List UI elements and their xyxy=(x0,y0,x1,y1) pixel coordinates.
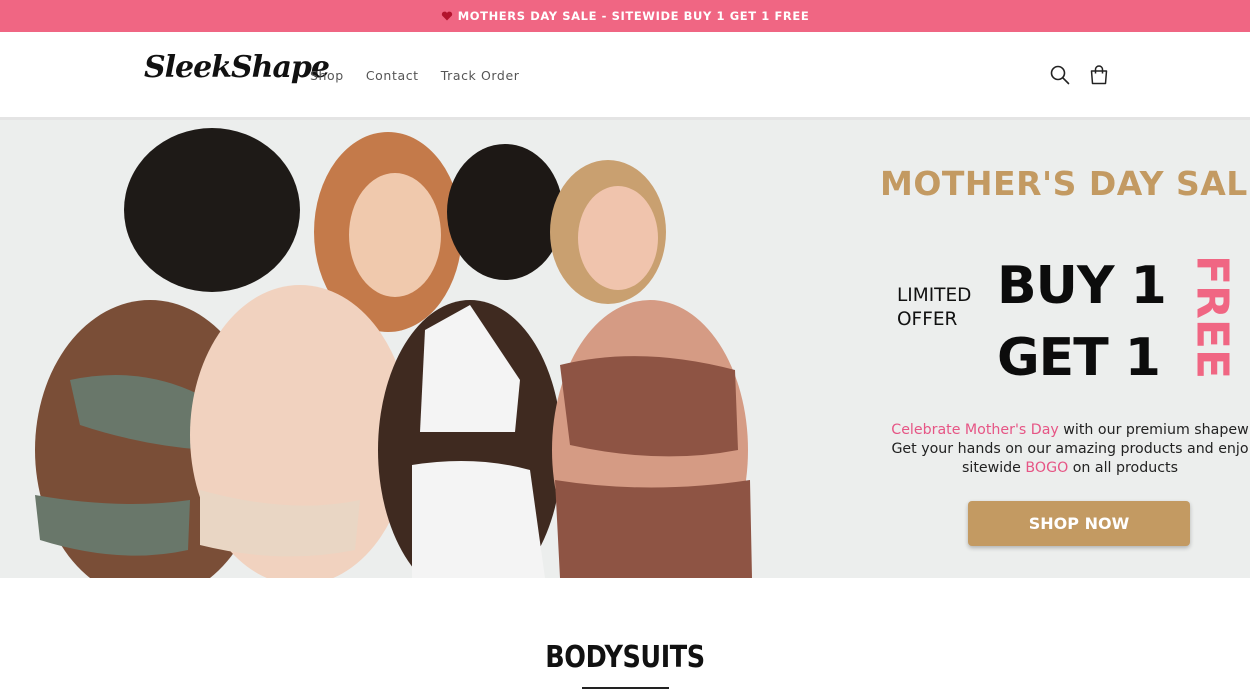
offer-headline: BUY 1 GET 1 xyxy=(997,250,1167,394)
desc-bogo: BOGO xyxy=(1025,460,1069,476)
desc-highlight: Celebrate Mother's Day xyxy=(891,422,1059,438)
free-vertical-label: FREE xyxy=(1188,255,1236,379)
desc-line-1-rest: with our premium shapew xyxy=(1058,422,1249,438)
desc-line-3: sitewide BOGO on all products xyxy=(858,459,1250,478)
free-text: FREE xyxy=(1188,255,1236,379)
hero-banner: MOTHER'S DAY SAL LIMITED OFFER BUY 1 GET… xyxy=(0,120,1250,578)
section-divider xyxy=(582,687,669,689)
offer-line: OFFER xyxy=(897,309,958,330)
hero-description: Celebrate Mother's Day with our premium … xyxy=(858,421,1250,478)
limited-offer-label: LIMITED OFFER xyxy=(897,284,987,332)
desc-line-3-end: on all products xyxy=(1068,460,1178,476)
limited-line: LIMITED xyxy=(897,285,972,306)
cart-icon[interactable] xyxy=(1088,64,1110,86)
section-title: BODYSUITS xyxy=(545,640,705,675)
heart-icon xyxy=(441,11,452,21)
announcement-bar: MOTHERS DAY SALE - SITEWIDE BUY 1 GET 1 … xyxy=(0,0,1250,32)
get-line: GET 1 xyxy=(997,328,1161,388)
nav-contact[interactable]: Contact xyxy=(366,68,419,83)
desc-line-2: Get your hands on our amazing products a… xyxy=(891,441,1249,457)
hero-title: MOTHER'S DAY SAL xyxy=(880,164,1248,203)
site-header: SleekShape Shop Contact Track Order xyxy=(0,32,1250,120)
main-nav: Shop Contact Track Order xyxy=(310,68,520,83)
site-logo[interactable]: SleekShape xyxy=(144,50,330,85)
buy-line: BUY 1 xyxy=(997,256,1167,316)
desc-line-1: Celebrate Mother's Day with our premium … xyxy=(858,421,1250,440)
nav-shop[interactable]: Shop xyxy=(310,68,344,83)
nav-track-order[interactable]: Track Order xyxy=(441,68,520,83)
desc-line-3-start: sitewide xyxy=(962,460,1026,476)
announcement-text: MOTHERS DAY SALE - SITEWIDE BUY 1 GET 1 … xyxy=(457,9,810,23)
hero-models-image xyxy=(0,120,860,578)
search-icon[interactable] xyxy=(1049,64,1071,86)
shop-now-button[interactable]: SHOP NOW xyxy=(968,501,1190,546)
